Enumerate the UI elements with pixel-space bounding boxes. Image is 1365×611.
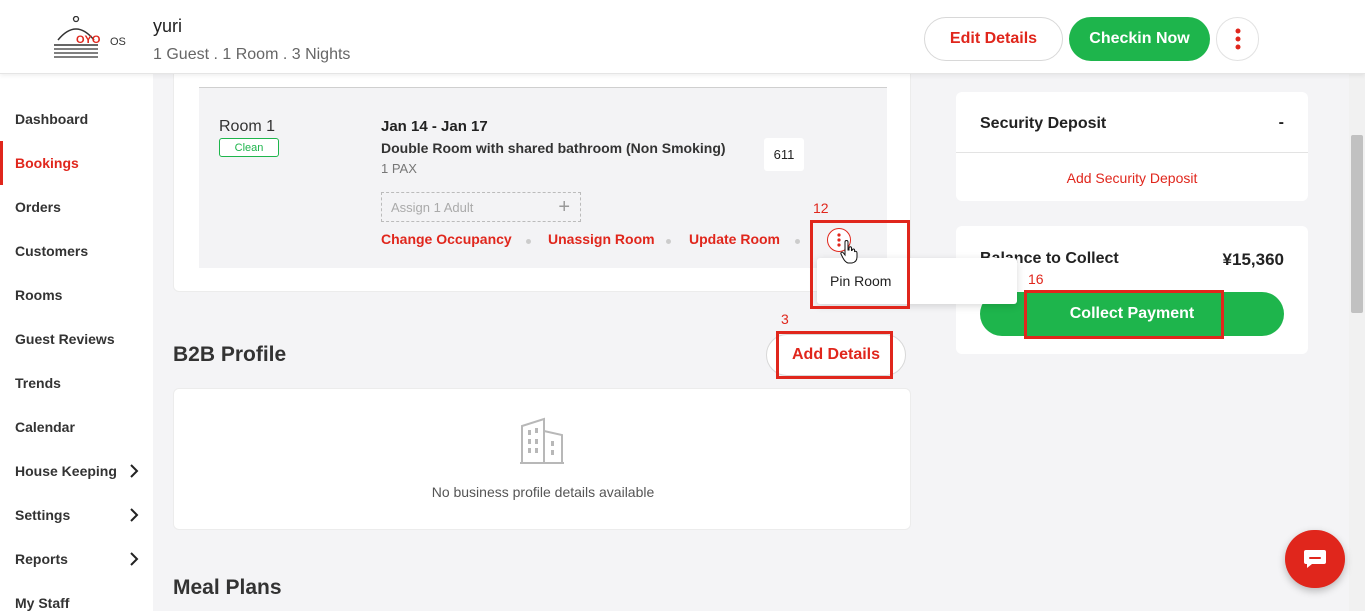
annotation-label: 12	[813, 200, 829, 216]
checkin-now-button[interactable]: Checkin Now	[1069, 17, 1210, 61]
security-deposit-card: Security Deposit - Add Security Deposit	[956, 92, 1308, 201]
assign-guest-field[interactable]: Assign 1 Adult +	[381, 192, 581, 222]
sidebar: Dashboard Bookings Orders Customers Room…	[0, 74, 153, 611]
stay-dates: Jan 14 - Jan 17	[381, 118, 488, 135]
edit-details-button[interactable]: Edit Details	[924, 17, 1063, 61]
separator-dot	[526, 239, 531, 244]
chevron-right-icon	[130, 464, 139, 478]
top-header: OYO OS yuri 1 Guest . 1 Room . 3 Nights …	[0, 0, 1365, 74]
add-security-deposit-link[interactable]: Add Security Deposit	[956, 170, 1308, 186]
chevron-right-icon	[130, 552, 139, 566]
collect-payment-button[interactable]: Collect Payment	[980, 292, 1284, 336]
oyo-os-logo[interactable]: OYO OS	[52, 15, 132, 60]
security-deposit-value: -	[1278, 114, 1284, 131]
scrollbar-thumb[interactable]	[1351, 135, 1363, 313]
chevron-right-icon	[130, 508, 139, 522]
sidebar-item-trends[interactable]: Trends	[0, 361, 153, 405]
assign-guest-label: Assign 1 Adult	[391, 199, 474, 215]
more-vertical-icon	[1235, 28, 1240, 50]
sidebar-item-my-staff[interactable]: My Staff	[0, 581, 153, 611]
guest-name: yuri	[153, 16, 183, 36]
room-type: Double Room with shared bathroom (Non Sm…	[381, 140, 726, 156]
sidebar-item-guest-reviews[interactable]: Guest Reviews	[0, 317, 153, 361]
separator-dot	[795, 239, 800, 244]
room-options-menu: Pin Room	[817, 258, 1017, 304]
sidebar-item-calendar[interactable]: Calendar	[0, 405, 153, 449]
hand-cursor-icon	[840, 240, 858, 264]
room-details: Room 1 Clean Jan 14 - Jan 17 Double Room…	[199, 87, 887, 268]
balance-amount: ¥15,360	[1222, 250, 1284, 269]
b2b-empty-text: No business profile details available	[431, 484, 655, 500]
building-icon	[520, 417, 564, 464]
pin-room-option[interactable]: Pin Room	[830, 273, 891, 289]
header-more-button[interactable]	[1216, 17, 1259, 61]
svg-text:OYO: OYO	[76, 34, 101, 46]
update-room-link[interactable]: Update Room	[689, 231, 780, 247]
divider	[956, 152, 1308, 153]
sidebar-item-customers[interactable]: Customers	[0, 229, 153, 273]
svg-text:OS: OS	[110, 36, 126, 48]
meal-plans-title: Meal Plans	[173, 576, 282, 599]
b2b-profile-title: B2B Profile	[173, 343, 287, 366]
sidebar-item-dashboard[interactable]: Dashboard	[0, 97, 153, 141]
unassign-room-link[interactable]: Unassign Room	[548, 231, 655, 247]
pax-count: 1 PAX	[381, 161, 417, 176]
security-deposit-title: Security Deposit	[980, 115, 1107, 132]
chat-icon	[1304, 550, 1326, 568]
annotation-label: 3	[781, 311, 789, 327]
add-details-button[interactable]: Add Details	[766, 334, 906, 376]
change-occupancy-link[interactable]: Change Occupancy	[381, 231, 512, 247]
separator-dot	[666, 239, 671, 244]
room-status-badge: Clean	[219, 138, 279, 157]
plus-icon[interactable]: +	[558, 196, 570, 218]
sidebar-item-house-keeping[interactable]: House Keeping	[0, 449, 153, 493]
chat-button[interactable]	[1285, 530, 1345, 588]
sidebar-item-orders[interactable]: Orders	[0, 185, 153, 229]
room-number[interactable]: 611	[764, 138, 804, 171]
room-name: Room 1	[219, 118, 276, 135]
b2b-profile-card: No business profile details available	[173, 388, 911, 530]
sidebar-item-reports[interactable]: Reports	[0, 537, 153, 581]
sidebar-item-settings[interactable]: Settings	[0, 493, 153, 537]
annotation-label: 16	[1028, 271, 1044, 287]
sidebar-item-bookings[interactable]: Bookings	[0, 141, 153, 185]
booking-summary: 1 Guest . 1 Room . 3 Nights	[153, 46, 351, 63]
sidebar-item-rooms[interactable]: Rooms	[0, 273, 153, 317]
room-card: Room 1 Clean Jan 14 - Jan 17 Double Room…	[173, 64, 911, 292]
